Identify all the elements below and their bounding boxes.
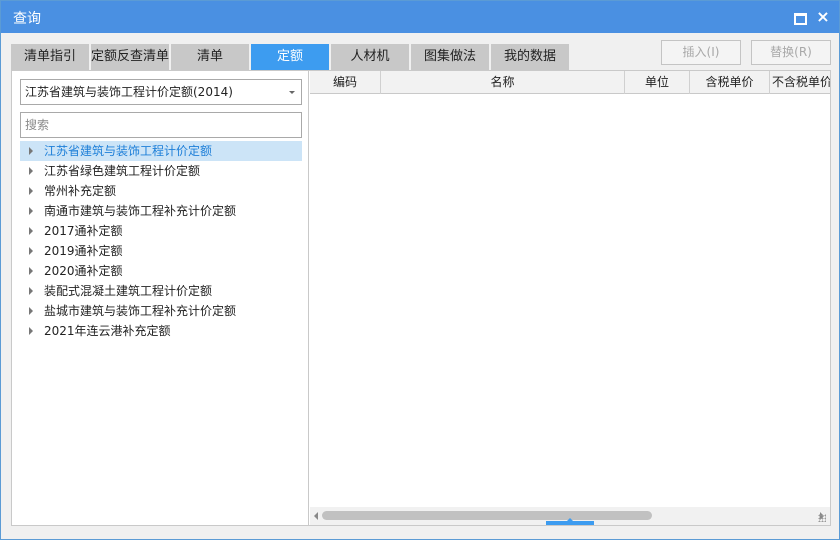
tree-item-label: 江苏省绿色建筑工程计价定额	[44, 164, 201, 178]
expand-panel-handle[interactable]	[546, 518, 594, 525]
tree-item-label: 装配式混凝土建筑工程计价定额	[44, 284, 213, 298]
tree-item[interactable]: 2019通补定额	[20, 241, 302, 261]
column-header-name[interactable]: 名称	[381, 71, 625, 94]
library-select-value: 江苏省建筑与装饰工程计价定额(2014)	[25, 85, 233, 99]
tree-item[interactable]: 2020通补定额	[20, 261, 302, 281]
title-bar[interactable]: 查询 ×	[1, 1, 839, 33]
expand-arrow-icon[interactable]	[29, 247, 33, 255]
tree-item[interactable]: 盐城市建筑与装饰工程补充计价定额	[20, 301, 302, 321]
tab-bill-guide[interactable]: 清单指引	[11, 44, 89, 70]
window-title: 查询	[13, 11, 41, 27]
query-window: 查询 × 清单指引 定额反查清单 清单 定额 人材机 图集做法 我的数据 插入(…	[0, 0, 840, 540]
column-header-unit[interactable]: 单位	[625, 71, 690, 94]
content-area: 江苏省建筑与装饰工程计价定额(2014) 江苏省建筑与装饰工程计价定额 江苏省绿…	[11, 70, 831, 526]
column-header-price-without-tax[interactable]: 不含税单价	[770, 71, 830, 94]
tree-item-label: 2017通补定额	[44, 224, 123, 238]
expand-arrow-icon[interactable]	[29, 187, 33, 195]
tree-item-label: 2019通补定额	[44, 244, 123, 258]
results-table: 编码 名称 单位 含税单价 不含税单价	[310, 71, 830, 525]
column-header-price-with-tax[interactable]: 含税单价	[690, 71, 770, 94]
tree-item[interactable]: 南通市建筑与装饰工程补充计价定额	[20, 201, 302, 221]
close-icon[interactable]: ×	[815, 9, 831, 25]
insert-button[interactable]: 插入(I)	[661, 40, 741, 65]
resize-grip-icon[interactable]	[818, 514, 826, 522]
tree-item[interactable]: 常州补充定额	[20, 181, 302, 201]
tab-quota-reverse-lookup[interactable]: 定额反查清单	[91, 44, 169, 70]
tree-item-label: 盐城市建筑与装饰工程补充计价定额	[44, 304, 237, 318]
expand-arrow-icon[interactable]	[29, 307, 33, 315]
maximize-icon[interactable]	[791, 9, 807, 25]
expand-arrow-icon[interactable]	[29, 167, 33, 175]
tree-item[interactable]: 装配式混凝土建筑工程计价定额	[20, 281, 302, 301]
tree-item-label: 江苏省建筑与装饰工程计价定额	[44, 144, 213, 158]
chevron-down-icon	[289, 91, 295, 94]
expand-arrow-icon[interactable]	[29, 287, 33, 295]
tree-item[interactable]: 2021年连云港补充定额	[20, 321, 302, 341]
scrollbar-thumb[interactable]	[322, 511, 652, 520]
tree-item[interactable]: 2017通补定额	[20, 221, 302, 241]
tree-item-label: 2021年连云港补充定额	[44, 324, 171, 338]
tree-item[interactable]: 江苏省建筑与装饰工程计价定额	[20, 141, 302, 161]
expand-arrow-icon[interactable]	[29, 227, 33, 235]
tab-atlas-method[interactable]: 图集做法	[411, 44, 489, 70]
expand-arrow-icon[interactable]	[29, 267, 33, 275]
tab-my-data[interactable]: 我的数据	[491, 44, 569, 70]
horizontal-scrollbar[interactable]	[310, 507, 830, 525]
tab-quota[interactable]: 定额	[251, 44, 329, 70]
expand-arrow-icon[interactable]	[29, 327, 33, 335]
tree-item[interactable]: 江苏省绿色建筑工程计价定额	[20, 161, 302, 181]
search-input[interactable]	[20, 112, 302, 138]
expand-arrow-icon[interactable]	[29, 207, 33, 215]
table-header: 编码 名称 单位 含税单价 不含税单价	[310, 71, 830, 94]
library-pane: 江苏省建筑与装饰工程计价定额(2014) 江苏省建筑与装饰工程计价定额 江苏省绿…	[12, 71, 309, 525]
tree-item-label: 常州补充定额	[44, 184, 117, 198]
tab-bill[interactable]: 清单	[171, 44, 249, 70]
replace-button[interactable]: 替换(R)	[751, 40, 831, 65]
scroll-left-icon[interactable]	[314, 512, 318, 520]
tab-labor-material-machine[interactable]: 人材机	[331, 44, 409, 70]
tree-item-label: 2020通补定额	[44, 264, 123, 278]
tree-item-label: 南通市建筑与装饰工程补充计价定额	[44, 204, 237, 218]
quota-tree: 江苏省建筑与装饰工程计价定额 江苏省绿色建筑工程计价定额 常州补充定额 南通市建…	[20, 141, 302, 341]
column-header-code[interactable]: 编码	[310, 71, 381, 94]
expand-arrow-icon[interactable]	[29, 147, 33, 155]
library-select[interactable]: 江苏省建筑与装饰工程计价定额(2014)	[20, 79, 302, 105]
